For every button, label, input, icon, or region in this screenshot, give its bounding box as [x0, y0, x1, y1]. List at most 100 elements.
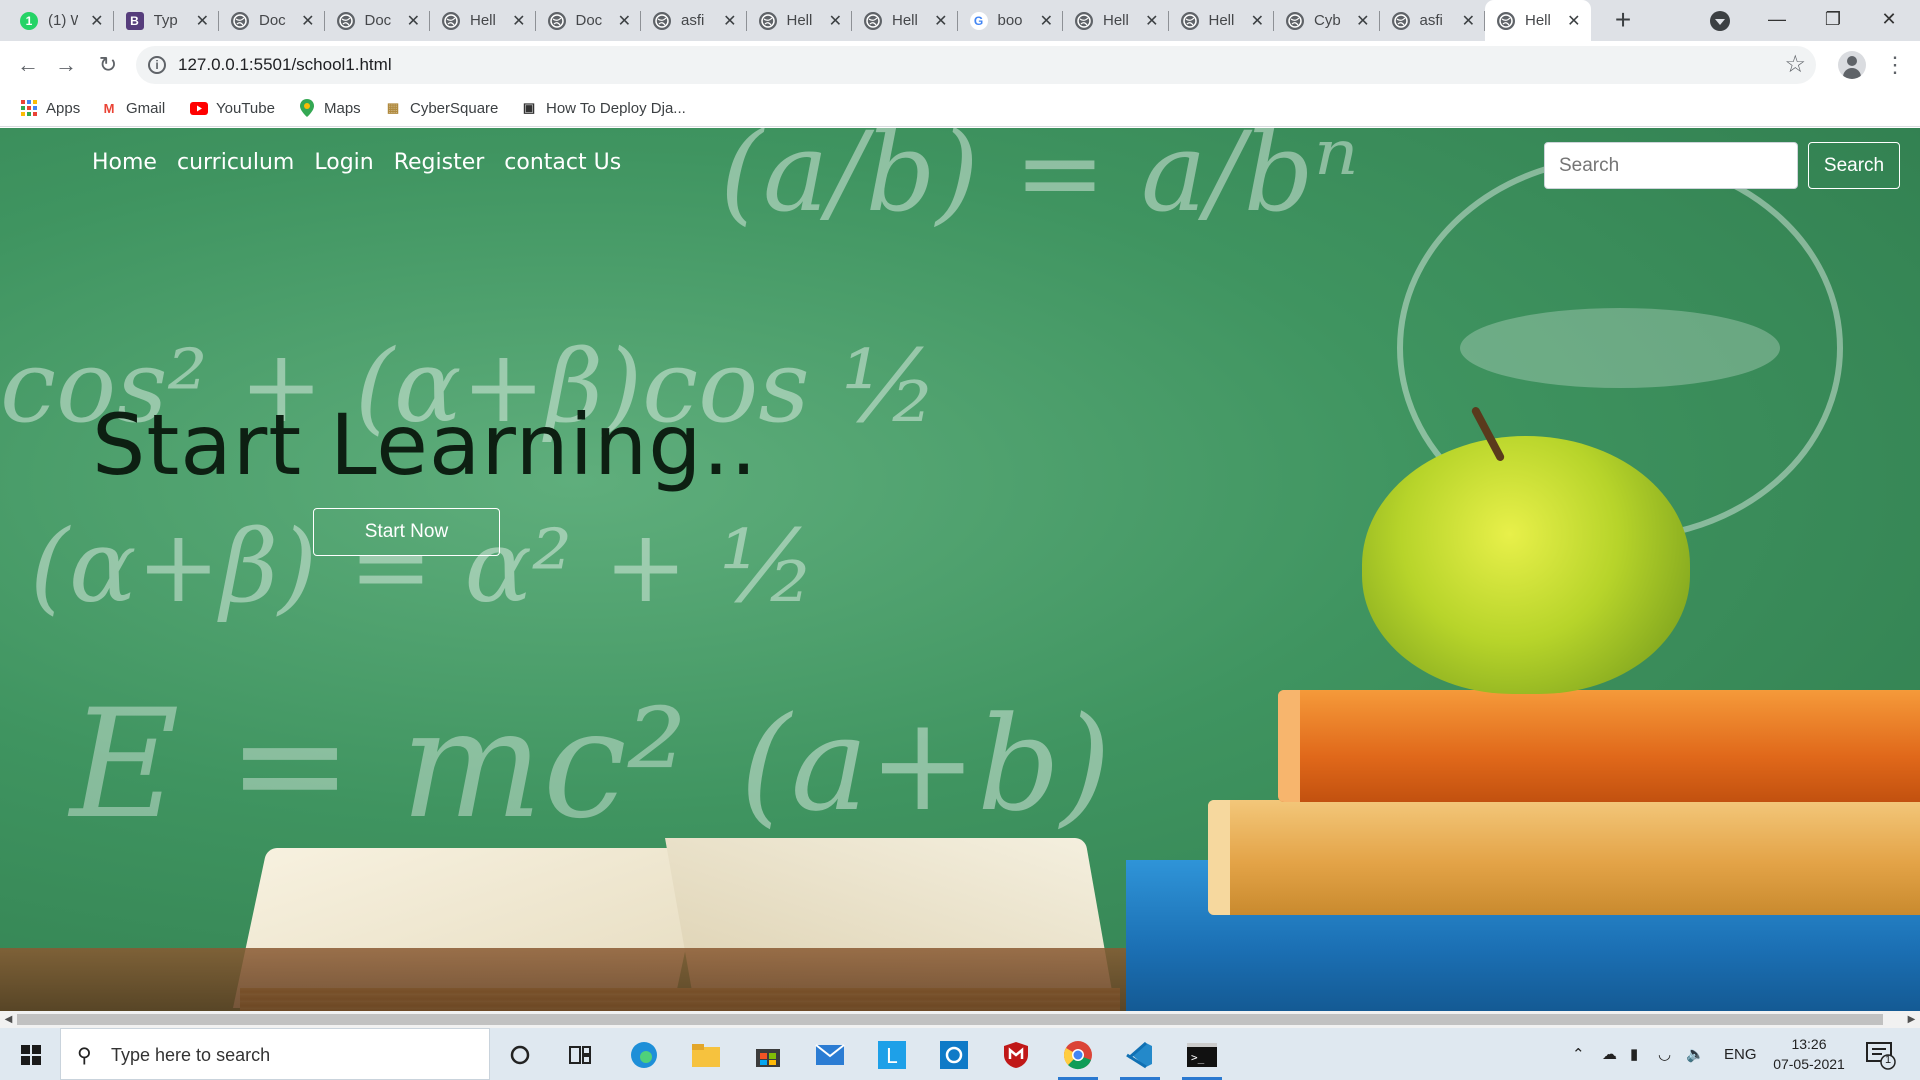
close-tab-icon[interactable]: ✕ [1356, 11, 1369, 31]
desk-image [0, 948, 1200, 1011]
bookmark-apps[interactable]: Apps [20, 89, 80, 127]
microsoft-store-icon[interactable] [742, 1034, 794, 1076]
vscode-icon[interactable] [1114, 1034, 1166, 1080]
close-tab-icon[interactable]: ✕ [829, 11, 842, 31]
search-icon: ⚲ [77, 1045, 92, 1067]
browser-tab[interactable]: 1 (1) W ✕ [8, 0, 114, 41]
scroll-right-icon[interactable]: ▶ [1903, 1013, 1920, 1026]
browser-tab[interactable]: Hell ✕ [747, 0, 852, 41]
forward-arrow-icon[interactable]: → [52, 51, 80, 79]
chrome-icon[interactable] [1052, 1034, 1104, 1080]
site-info-icon[interactable]: i [148, 56, 166, 74]
address-bar[interactable]: i 127.0.0.1:5501/school1.html ☆ [136, 46, 1816, 84]
task-view-icon[interactable] [554, 1034, 606, 1076]
close-tab-icon[interactable]: ✕ [618, 11, 631, 31]
bookmark-maps[interactable]: Maps [298, 89, 361, 127]
browser-tab[interactable]: B Typ ✕ [114, 0, 219, 41]
bootstrap-icon: B [125, 11, 144, 30]
system-clock[interactable]: 13:26 07-05-2021 [1770, 1034, 1848, 1074]
globe-icon [1391, 11, 1410, 30]
bookmark-deploy-django[interactable]: ▣ How To Deploy Dja... [520, 89, 686, 127]
notification-count-badge: 1 [1885, 1054, 1892, 1066]
browser-tab[interactable]: asfi ✕ [1380, 0, 1485, 41]
browser-tab[interactable]: Doc ✕ [325, 0, 430, 41]
close-tab-icon[interactable]: ✕ [934, 11, 947, 31]
cortana-icon[interactable] [494, 1034, 546, 1076]
wifi-icon[interactable]: ◡ [1658, 1028, 1671, 1080]
browser-tab[interactable]: Hell ✕ [852, 0, 958, 41]
nav-link-register[interactable]: Register [394, 150, 485, 175]
mail-icon[interactable] [804, 1034, 856, 1076]
minimize-button[interactable]: — [1752, 0, 1802, 41]
browser-tab[interactable]: Doc ✕ [219, 0, 325, 41]
restore-button[interactable]: ❐ [1808, 0, 1858, 41]
browser-tab[interactable]: Gboo ✕ [958, 0, 1063, 41]
browser-tab[interactable]: Hell ✕ [1063, 0, 1169, 41]
browser-tab-active[interactable]: Hell ✕ [1485, 0, 1591, 41]
camera-app-icon[interactable] [928, 1034, 980, 1076]
bookmark-cybersquare[interactable]: ▦ CyberSquare [384, 89, 499, 127]
new-tab-button[interactable]: + [1608, 6, 1638, 36]
site-search-button[interactable]: Search [1808, 142, 1900, 189]
browser-tab[interactable]: Cyb ✕ [1274, 0, 1380, 41]
lumin-app-icon[interactable]: L [866, 1034, 918, 1076]
terminal-icon[interactable]: >_ [1176, 1034, 1228, 1080]
page-icon: ▣ [522, 100, 536, 115]
bookmark-gmail[interactable]: M Gmail [100, 89, 166, 127]
reload-icon[interactable]: ↻ [94, 51, 122, 79]
volume-icon[interactable]: 🔈 [1686, 1028, 1705, 1080]
file-explorer-icon[interactable] [680, 1034, 732, 1076]
edge-browser-icon[interactable] [618, 1034, 670, 1076]
start-now-button[interactable]: Start Now [313, 508, 500, 556]
close-tab-icon[interactable]: ✕ [1040, 11, 1053, 31]
nav-link-contact-us[interactable]: contact Us [504, 150, 621, 175]
taskbar-search-box[interactable]: ⚲ Type here to search [60, 1028, 490, 1080]
close-tab-icon[interactable]: ✕ [407, 11, 420, 31]
onedrive-icon[interactable]: ☁ [1602, 1028, 1617, 1080]
close-tab-icon[interactable]: ✕ [1145, 11, 1158, 31]
battery-icon[interactable]: ▮ [1630, 1028, 1638, 1080]
maps-icon [298, 99, 316, 117]
bookmark-label: Apps [46, 99, 81, 117]
youtube-icon [190, 99, 208, 117]
clock-time: 13:26 [1791, 1036, 1827, 1052]
mcafee-icon[interactable] [990, 1034, 1042, 1076]
profile-avatar-icon[interactable] [1838, 51, 1866, 79]
site-navbar: Home curriculum Login Register contact U… [92, 150, 621, 175]
close-tab-icon[interactable]: ✕ [1462, 11, 1475, 31]
browser-tab[interactable]: Hell ✕ [430, 0, 536, 41]
start-button[interactable] [0, 1028, 60, 1080]
show-hidden-icons-icon[interactable]: ⌃ [1572, 1028, 1585, 1080]
tab-search-icon[interactable] [1710, 11, 1730, 31]
bookmark-star-icon[interactable]: ☆ [1784, 50, 1806, 79]
orange-book-image [1278, 690, 1920, 802]
browser-tab[interactable]: asfi ✕ [641, 0, 747, 41]
back-arrow-icon[interactable]: ← [14, 51, 42, 79]
bookmark-youtube[interactable]: YouTube [190, 89, 275, 127]
close-tab-icon[interactable]: ✕ [301, 11, 314, 31]
close-tab-icon[interactable]: ✕ [723, 11, 736, 31]
horizontal-scrollbar[interactable]: ◀ ▶ [0, 1011, 1920, 1028]
scroll-left-icon[interactable]: ◀ [0, 1013, 17, 1026]
browser-tab[interactable]: Doc ✕ [536, 0, 641, 41]
close-tab-icon[interactable]: ✕ [1567, 11, 1580, 31]
site-search-input[interactable] [1544, 142, 1798, 189]
scrollbar-thumb[interactable] [17, 1014, 1883, 1025]
nav-link-login[interactable]: Login [314, 150, 373, 175]
bookmark-label: Maps [324, 99, 361, 117]
browser-tab[interactable]: Hell ✕ [1169, 0, 1274, 41]
url-text[interactable]: 127.0.0.1:5501/school1.html [178, 55, 392, 75]
close-tab-icon[interactable]: ✕ [512, 11, 525, 31]
close-tab-icon[interactable]: ✕ [196, 11, 209, 31]
language-indicator[interactable]: ENG [1724, 1028, 1757, 1080]
nav-link-curriculum[interactable]: curriculum [177, 150, 294, 175]
globe-icon [1286, 11, 1304, 30]
bookmark-label: CyberSquare [410, 99, 499, 117]
notification-center-icon[interactable]: 1 [1864, 1038, 1896, 1070]
nav-link-home[interactable]: Home [92, 150, 157, 175]
browser-menu-icon[interactable]: ⋮ [1884, 51, 1906, 79]
tab-title: boo [997, 12, 1023, 29]
close-tab-icon[interactable]: ✕ [1251, 11, 1264, 31]
close-tab-icon[interactable]: ✕ [90, 11, 103, 31]
close-window-button[interactable]: ✕ [1864, 0, 1914, 41]
